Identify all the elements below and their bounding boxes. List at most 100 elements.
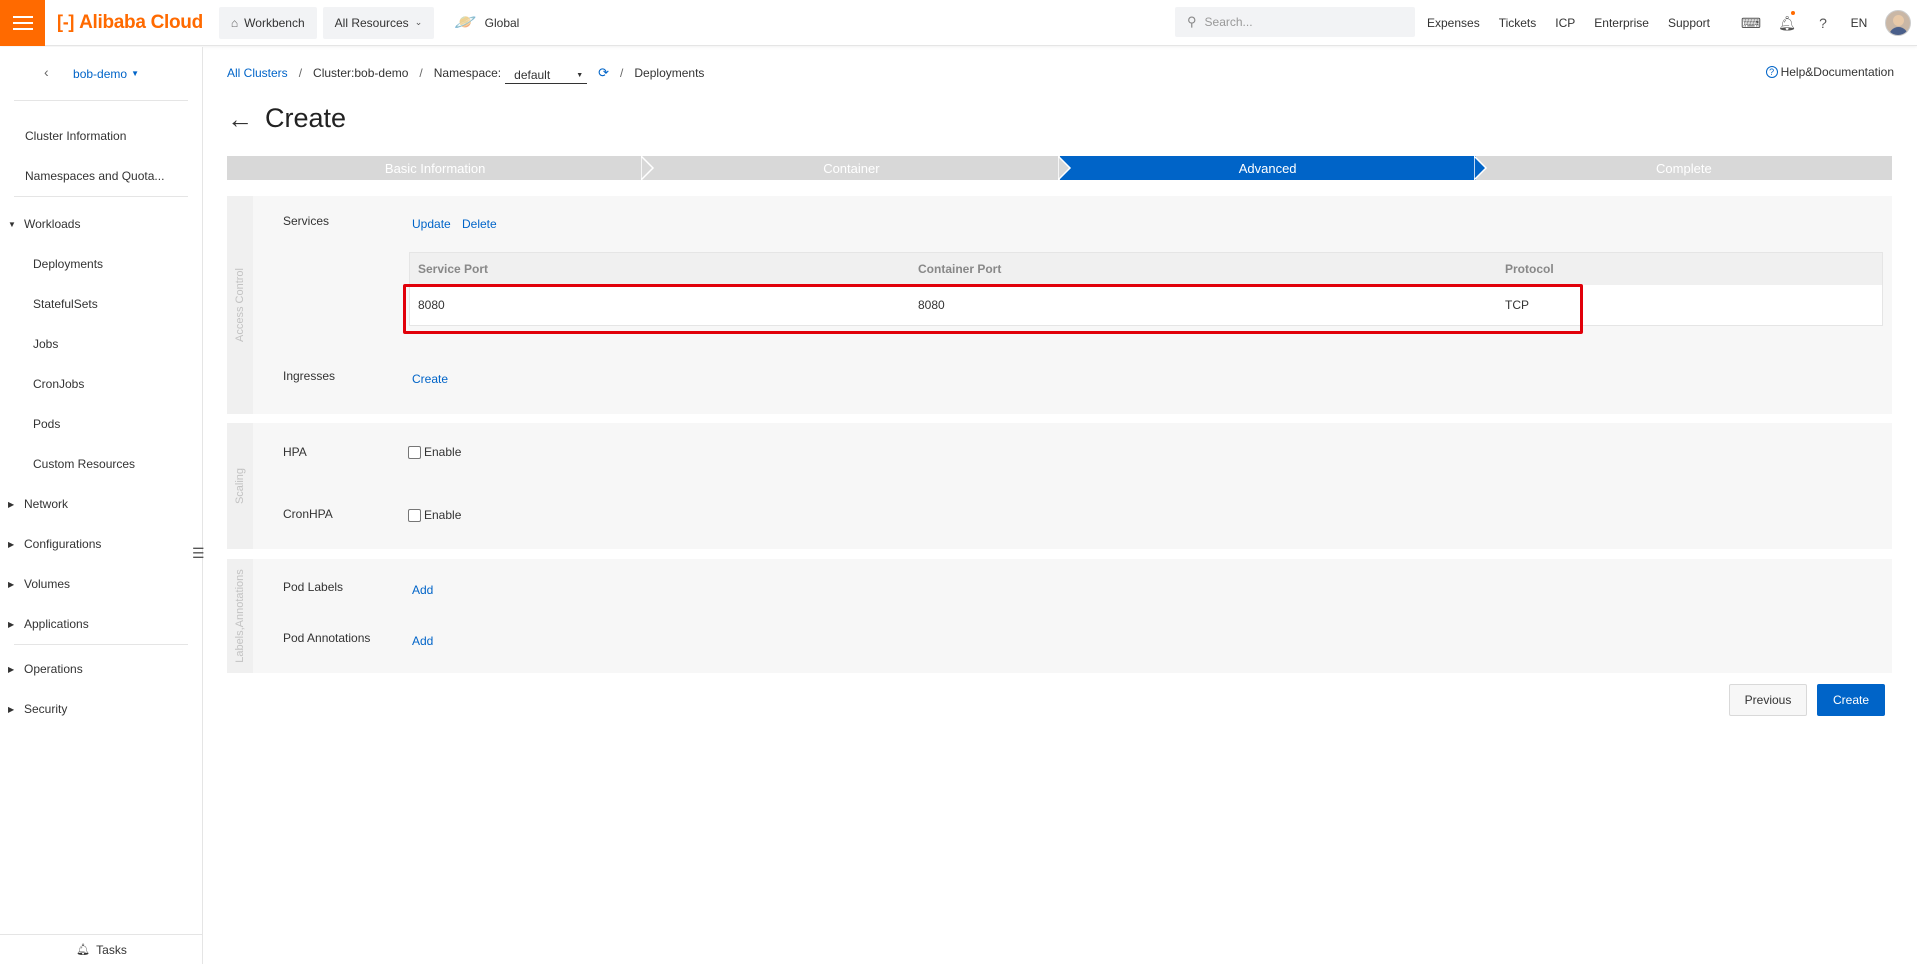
cronhpa-enable-label: Enable <box>424 508 462 522</box>
sidebar-item-pods[interactable]: Pods <box>0 404 202 444</box>
cronhpa-enable-checkbox[interactable]: Enable <box>408 508 461 522</box>
section-label: Scaling <box>234 467 246 505</box>
sidebar-item-deployments[interactable]: Deployments <box>0 244 202 284</box>
refresh-icon[interactable]: ⟳ <box>598 65 609 81</box>
caret-down-icon[interactable]: ▼ <box>131 69 139 78</box>
ingresses-label: Ingresses <box>283 369 336 383</box>
sidebar-item-statefulsets[interactable]: StatefulSets <box>0 284 202 324</box>
sidebar-item-cronjobs[interactable]: CronJobs <box>0 364 202 404</box>
sidebar-item-label: Workloads <box>24 217 81 231</box>
hamburger-menu-icon[interactable] <box>0 0 45 46</box>
ingress-create-link[interactable]: Create <box>412 372 448 386</box>
hpa-enable-label: Enable <box>424 445 462 459</box>
namespace-select[interactable]: default ▼ <box>505 66 588 84</box>
cluster-name[interactable]: bob-demo <box>73 67 127 81</box>
breadcrumb-separator: / <box>419 66 423 80</box>
help-documentation-link[interactable]: ? Help&Documentation <box>1765 65 1894 79</box>
sidebar-item-jobs[interactable]: Jobs <box>0 324 202 364</box>
step-basic-information: Basic Information <box>227 156 655 180</box>
step-progress: Basic Information Container Advanced Com… <box>227 156 1892 180</box>
workbench-label: Workbench <box>244 15 305 30</box>
breadcrumb-all-clusters[interactable]: All Clusters <box>227 66 288 80</box>
previous-button[interactable]: Previous <box>1729 684 1807 716</box>
enterprise-link[interactable]: Enterprise <box>1594 16 1649 30</box>
collapse-sidebar-icon[interactable]: ☰ <box>192 545 205 562</box>
labels-annotations-panel: Labels,Annotations Pod Labels Add Pod An… <box>227 559 1892 673</box>
pod-labels-add-link[interactable]: Add <box>412 583 433 597</box>
sidebar-item-workloads[interactable]: ▼ Workloads <box>0 204 202 244</box>
sidebar-item-applications[interactable]: ▶ Applications <box>0 604 202 644</box>
back-chevron-icon[interactable]: ‹ <box>44 64 49 80</box>
namespace-label: Namespace: <box>433 66 502 80</box>
sidebar-item-label: Pods <box>33 417 61 431</box>
namespace-value: default <box>514 67 551 82</box>
step-label: Basic Information <box>384 160 486 176</box>
avatar[interactable] <box>1885 10 1911 36</box>
tasks-button[interactable]: 🔔︎ Tasks <box>0 934 203 964</box>
services-update-link[interactable]: Update <box>412 217 451 231</box>
sidebar-item-volumes[interactable]: ▶ Volumes <box>0 564 202 604</box>
sidebar-item-configurations[interactable]: ▶ Configurations <box>0 524 202 564</box>
expenses-link[interactable]: Expenses <box>1427 16 1480 30</box>
caret-right-icon: ▶ <box>8 539 15 549</box>
top-icon-group: ⌨ 🔔︎ ? EN <box>1733 0 1911 46</box>
step-label: Advanced <box>1238 160 1297 176</box>
help-icon[interactable]: ? <box>1805 15 1841 31</box>
step-container: Container <box>643 156 1071 180</box>
sidebar-item-operations[interactable]: ▶ Operations <box>0 649 202 689</box>
column-service-port: Service Port <box>418 262 489 276</box>
sidebar-item-label: Jobs <box>33 337 59 351</box>
checkbox-box[interactable] <box>408 445 421 459</box>
caret-right-icon: ▶ <box>8 579 15 589</box>
language-switch[interactable]: EN <box>1841 16 1877 30</box>
checkbox-box[interactable] <box>408 508 421 522</box>
section-label: Labels,Annotations <box>234 569 246 663</box>
caret-down-icon: ▼ <box>8 219 16 229</box>
sidebar-item-custom-resources[interactable]: Custom Resources <box>0 444 202 484</box>
support-link[interactable]: Support <box>1668 16 1710 30</box>
bell-icon[interactable]: 🔔︎ <box>1769 10 1805 32</box>
tickets-link[interactable]: Tickets <box>1499 16 1537 30</box>
sidebar-item-security[interactable]: ▶ Security <box>0 689 202 729</box>
hpa-enable-checkbox[interactable]: Enable <box>408 445 461 459</box>
arrow-left-icon[interactable]: ← <box>227 106 253 132</box>
pod-annotations-add-link[interactable]: Add <box>412 634 433 648</box>
sidebar-item-label: Cluster Information <box>25 129 127 143</box>
search-input[interactable] <box>1204 15 1385 29</box>
question-circle-icon: ? <box>1765 66 1778 78</box>
scaling-side-label: Scaling <box>227 423 253 549</box>
breadcrumb-cluster: Cluster:bob-demo <box>313 66 409 80</box>
step-label: Complete <box>1656 160 1712 176</box>
global-search[interactable]: ⚲ <box>1175 7 1415 37</box>
sidebar-item-label: Configurations <box>24 537 102 551</box>
region-selector[interactable]: 🪐 Global <box>454 12 519 33</box>
sidebar: ‹ bob-demo ▼ Cluster Information Namespa… <box>0 47 205 964</box>
alibaba-cloud-logo[interactable]: [-] Alibaba Cloud <box>57 12 203 34</box>
pod-annotations-label: Pod Annotations <box>283 631 371 645</box>
bell-icon: 🔔︎ <box>76 944 91 956</box>
sidebar-item-namespaces[interactable]: Namespaces and Quota... <box>0 156 202 196</box>
table-header: Service Port Container Port Protocol <box>410 253 1882 285</box>
tasks-label: Tasks <box>96 942 127 957</box>
sidebar-item-label: Network <box>24 497 69 511</box>
sidebar-item-label: CronJobs <box>33 377 85 391</box>
sidebar-item-label: Deployments <box>33 257 104 271</box>
icp-link[interactable]: ICP <box>1555 16 1575 30</box>
all-resources-dropdown[interactable]: All Resources ⌄ <box>322 6 435 39</box>
all-resources-label: All Resources <box>334 15 409 30</box>
workbench-button[interactable]: ⌂ Workbench <box>218 6 317 39</box>
breadcrumb-separator: / <box>620 66 624 80</box>
sidebar-item-label: Security <box>24 702 68 716</box>
breadcrumb-deployments: Deployments <box>634 66 705 80</box>
page-header: ← Create <box>227 103 346 134</box>
sidebar-item-label: Operations <box>24 662 83 676</box>
top-links: Expenses Tickets ICP Enterprise Support <box>1427 0 1710 46</box>
search-icon: ⚲ <box>1187 14 1197 29</box>
create-button[interactable]: Create <box>1817 684 1885 716</box>
services-delete-link[interactable]: Delete <box>462 217 497 231</box>
sidebar-item-network[interactable]: ▶ Network <box>0 484 202 524</box>
sidebar-item-cluster-information[interactable]: Cluster Information <box>0 116 202 156</box>
terminal-icon[interactable]: ⌨ <box>1733 15 1769 32</box>
caret-right-icon: ▶ <box>8 664 15 674</box>
globe-icon: 🪐 <box>454 12 477 32</box>
